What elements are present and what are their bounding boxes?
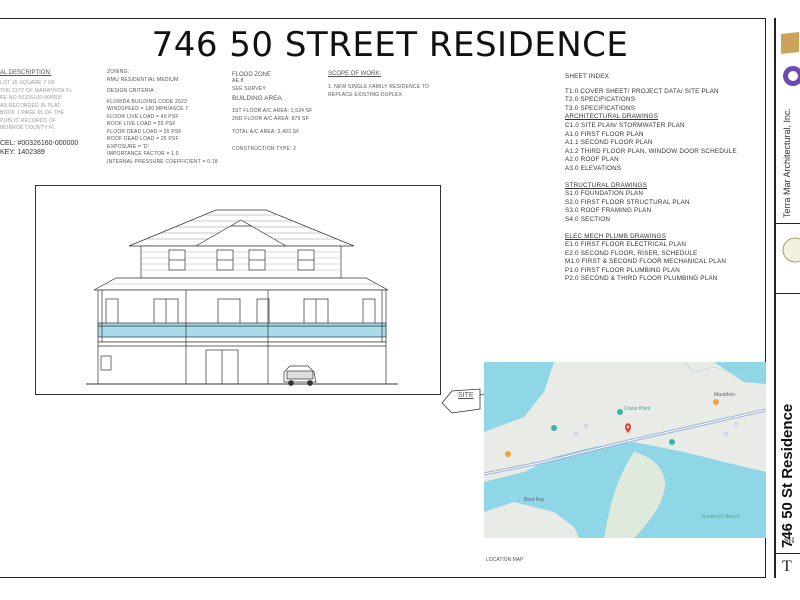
legal-line: BOOK 1 PAGE 65 OF THE [0, 110, 65, 116]
sheet-label: SH [784, 536, 795, 545]
legal-line: AS RECORDED IN PLAT [0, 102, 61, 109]
flood-zone-line: AE 8 [232, 78, 244, 84]
criteria-line: IMPORTANCE FACTOR = 1.0 [107, 151, 179, 157]
front-elevation-drawing [86, 209, 398, 386]
sheet-index-item: A1.1 SECOND FLOOR PLAN [565, 139, 653, 147]
sheet-index: SHEET INDEX T1.0 COVER SHEET/ PROJECT DA… [565, 73, 770, 284]
front-elevation-frame [35, 185, 441, 395]
sheet-index-item: A2.0 ROOF PLAN [565, 156, 619, 164]
zoning-heading: ZONING: [107, 69, 130, 75]
sheet-index-item: E2.0 SECOND FLOOR, RISER, SCHEDULE [565, 249, 698, 257]
sheet-index-group: T1.0 COVER SHEET/ PROJECT DATA/ SITE PLA… [565, 88, 770, 114]
sheet-number: T [782, 558, 792, 575]
map-place: Marathon [714, 392, 736, 398]
project-name-vertical: 746 50 St Residence [779, 403, 796, 548]
map-caption: LOCATION MAP [486, 557, 524, 563]
sheet-index-group: ELEC MECH PLUMB DRAWINGS E1.0 FIRST FLOO… [565, 233, 770, 285]
legal-line: THE CITY OF MARATHON FL [0, 87, 73, 94]
construction-type: CONSTRUCTION TYPE: 2 [232, 145, 297, 152]
zoning-block: ZONING: RMU RESIDENTIAL MEDIUM DESIGN CR… [107, 69, 227, 166]
legal-line: MONROE COUNTY FL [0, 125, 56, 131]
sheet-index-item: M1.0 FIRST & SECOND FLOOR MECHANICAL PLA… [565, 258, 727, 266]
criteria-line: FLOOR DEAD LOAD = 25 PSF [107, 128, 182, 135]
legal-heading: AL DESCRIPTION: [0, 70, 52, 76]
sheet-index-item: A3.0 ELEVATIONS [565, 164, 622, 172]
area-line: 2ND FLOOR A/C AREA: 879 SF [232, 115, 309, 122]
sheet-index-item: S1.0 FOUNDATION PLAN [565, 190, 644, 198]
legal-description: AL DESCRIPTION: LOT 15 SQUARE 7 OF THE C… [0, 70, 98, 157]
legal-line: PUBLIC RECORDS OF [0, 117, 57, 124]
sheet-index-item: E1.0 FIRST FLOOR ELECTRICAL PLAN [565, 241, 687, 249]
criteria-line: WINDSPEED = 180 MPH/ASCE 7 [107, 106, 189, 112]
alt-key: KEY: 1402389 [0, 148, 45, 156]
area-line: 1ST FLOOR A/C AREA: 1,524 SF [232, 108, 313, 114]
flood-zone-block: FLOOD ZONE AE 8 SEE SURVEY BUILDING AREA… [232, 72, 324, 153]
map-place: Sombrero Beach [702, 514, 740, 520]
zoning-value: RMU RESIDENTIAL MEDIUM [107, 76, 179, 83]
sheet-group-title: STRUCTURAL DRAWINGS [565, 181, 648, 189]
map-place: Boot Key [524, 497, 545, 503]
criteria-line: ROOF LIVE LOAD = 55 PSF [107, 121, 176, 127]
scope-of-work: SCOPE OF WORK: 1. NEW SINGLE FAMILY RESI… [328, 71, 448, 99]
criteria-line: ROOF DEAD LOAD = 25 PSF [107, 136, 179, 142]
criteria-line: FLOOR LIVE LOAD = 40 PSF [107, 113, 179, 120]
building-area-heading: BUILDING AREA [232, 95, 282, 102]
title-block: Terra Mar Architectural, Inc. 746 50 St … [774, 18, 800, 578]
criteria-line: INTERNAL PRESSURE COEFFICIENT = 0.18 [107, 158, 218, 165]
legal-line: LOT 15 SQUARE 7 OF [0, 80, 56, 86]
sheet-group-title: ARCHITECTURAL DRAWINGS [565, 113, 659, 121]
sheet-index-item: T2.0 SPECIFICATIONS [565, 96, 636, 104]
sheet-index-item: S3.0 ROOF FRAMING PLAN [565, 207, 652, 215]
location-map: Sombrero Beach Crane Point Marathon Boot… [484, 362, 766, 538]
scope-line: 1. NEW SINGLE FAMILY RESIDENCE TO [328, 84, 429, 90]
criteria-line: EXPOSURE = 'D' [107, 143, 149, 150]
sheet-index-item: A1.2 THIRD FLOOR PLAN, WINDOW DOOR SCHED… [565, 147, 737, 155]
legal-lines: LOT 15 SQUARE 7 OF THE CITY OF MARATHON … [0, 80, 98, 133]
sheet-index-item: T3.0 SPECIFICATIONS [565, 104, 636, 112]
project-title: 746 50 STREET RESIDENCE [151, 25, 629, 65]
scope-line: REPLACE EXISTING DUPLEX [328, 91, 403, 98]
sheet-index-heading: SHEET INDEX [565, 73, 610, 80]
sheet-index-item: S4.0 SECTION [565, 215, 611, 223]
sheet-index-item: A1.0 FIRST FLOOR PLAN [565, 130, 644, 138]
sheet-index-item: S2.0 FIRST FLOOR STRUCTURAL PLAN [565, 198, 690, 206]
firm-name: Terra Mar Architectural, Inc. [782, 107, 792, 218]
design-criteria-heading: DESIGN CRITERIA [107, 88, 154, 94]
sheet-index-group: ARCHITECTURAL DRAWINGS C1.0 SITE PLAN/ S… [565, 113, 770, 173]
sheet-index-item: P2.0 SECOND & THIRD FLOOR PLUMBING PLAN [565, 275, 718, 283]
sheet-index-group: STRUCTURAL DRAWINGS S1.0 FOUNDATION PLAN… [565, 182, 770, 225]
sheet-index-item: C1.0 SITE PLAN/ STORMWATER PLAN [565, 121, 685, 129]
flood-zone-line: SEE SURVEY [232, 85, 266, 92]
map-graphic [484, 362, 766, 538]
site-label: SITE [458, 392, 474, 399]
sheet-index-item: P1.0 FIRST FLOOR PLUMBING PLAN [565, 266, 681, 274]
sheet-group-title: ELEC MECH PLUMB DRAWINGS [565, 232, 667, 240]
parcel-number: CEL: #00326160-000000 [0, 139, 79, 147]
design-criteria-list: FLORIDA BUILDING CODE 2023 WINDSPEED = 1… [107, 99, 227, 167]
firm-logo [779, 24, 800, 104]
criteria-line: FLORIDA BUILDING CODE 2023 [107, 98, 187, 105]
map-place: Crane Point [624, 406, 651, 412]
sheet-index-item: T1.0 COVER SHEET/ PROJECT DATA/ SITE PLA… [565, 87, 719, 95]
seal-stamp [782, 237, 800, 263]
scope-heading: SCOPE OF WORK: [328, 71, 382, 77]
legal-line: RE NO 00326160-000000 [0, 95, 63, 101]
total-area: TOTAL A/C AREA: 2,403 SF [232, 129, 300, 135]
